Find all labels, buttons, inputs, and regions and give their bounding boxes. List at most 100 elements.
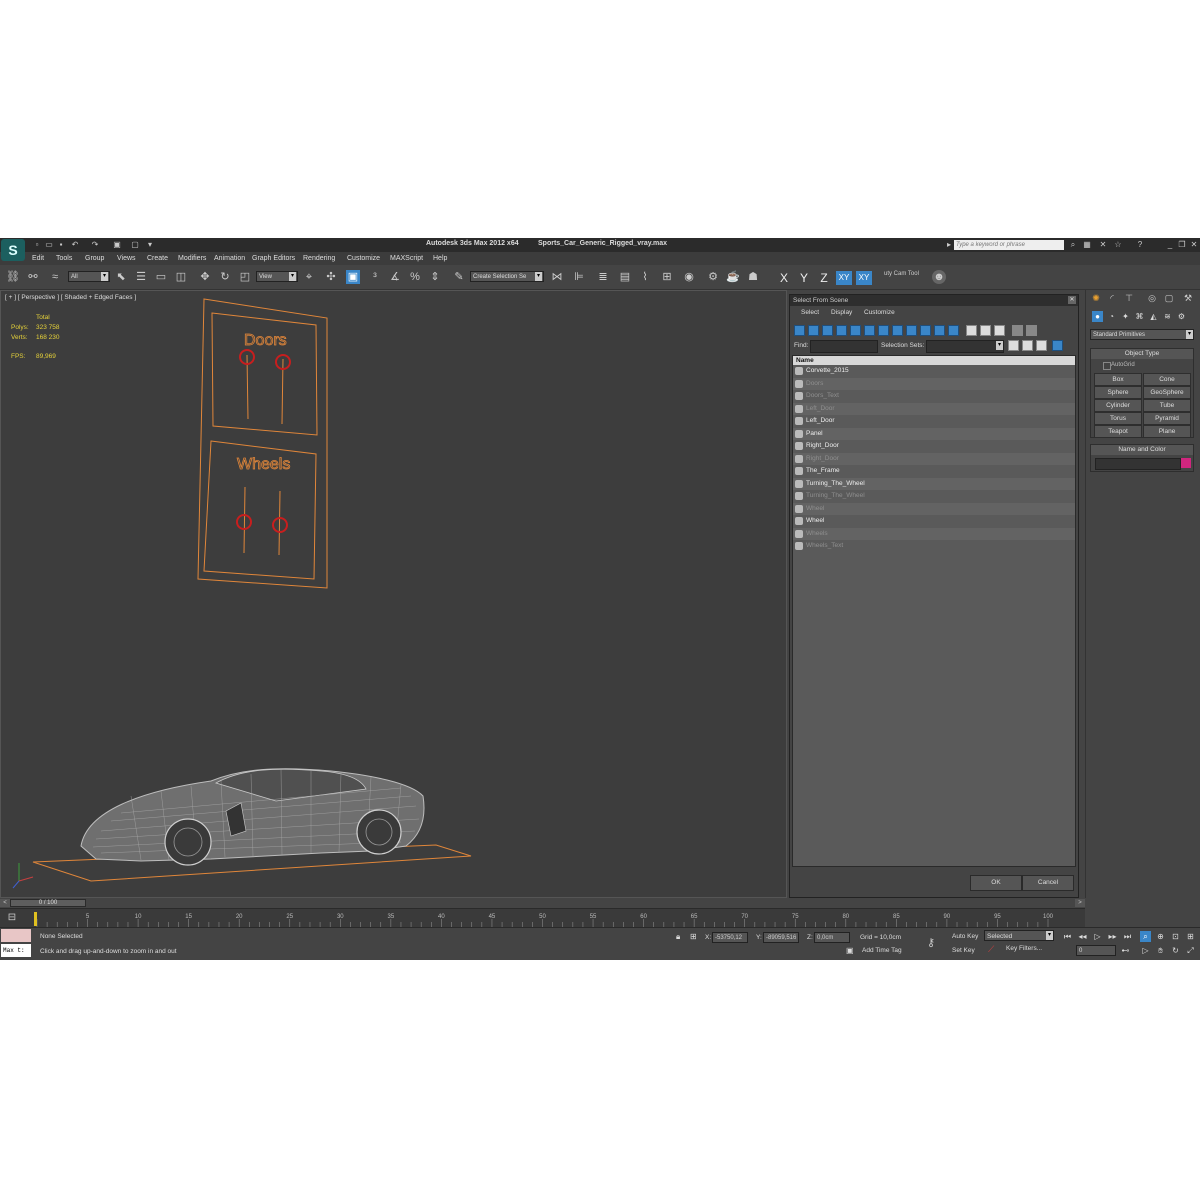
object-color-swatch[interactable]	[1181, 458, 1191, 468]
save-file-icon[interactable]: ▪	[56, 240, 66, 250]
list-item[interactable]: Wheel	[793, 502, 1075, 515]
dialog-menu-select[interactable]: Select	[801, 309, 819, 316]
undo-icon[interactable]: ↶	[70, 240, 80, 250]
y-coordinate-input[interactable]: -89059,516	[763, 932, 799, 943]
window-crossing-icon[interactable]: ◫	[174, 270, 188, 284]
list-item[interactable]: Turning_The_Wheel	[793, 490, 1075, 503]
select-dependents-icon[interactable]	[1026, 325, 1037, 336]
display-frozen-icon[interactable]	[934, 325, 945, 336]
reference-coordinate-dropdown[interactable]: View ▾	[256, 271, 298, 282]
maxscript-mini-listener[interactable]: Max t:	[1, 944, 31, 957]
list-item[interactable]: Right_Door	[793, 452, 1075, 465]
cam-tool-label[interactable]: uty Cam Tool	[884, 271, 919, 277]
select-invert-icon[interactable]	[994, 325, 1005, 336]
axis-x-button[interactable]: X	[776, 271, 792, 285]
menu-customize[interactable]: Customize	[347, 255, 380, 262]
display-xrefs-icon[interactable]	[892, 325, 903, 336]
menu-rendering[interactable]: Rendering	[303, 255, 335, 262]
autogrid-checkbox[interactable]: AutoGrid	[1103, 362, 1135, 370]
go-to-end-icon[interactable]: ⏭	[1122, 931, 1133, 942]
mirror-icon[interactable]: ⋈	[550, 270, 564, 284]
helpers-icon[interactable]: ◭	[1148, 311, 1159, 322]
restore-icon[interactable]: ❐	[1177, 240, 1187, 250]
curve-editor-icon[interactable]: ⌇	[638, 270, 652, 284]
set-key-button[interactable]: Set Key	[952, 945, 982, 956]
geosphere-button[interactable]: GeoSphere	[1143, 386, 1191, 399]
zoom-icon[interactable]: ⌕	[1140, 931, 1151, 942]
menu-create[interactable]: Create	[147, 255, 168, 262]
key-icon[interactable]: ⚷	[927, 936, 935, 949]
edit-named-selection-icon[interactable]: ✎	[452, 270, 466, 284]
select-and-rotate-icon[interactable]: ↻	[218, 270, 232, 284]
open-file-icon[interactable]: ▭	[44, 240, 54, 250]
time-slider-thumb[interactable]: 0 / 100	[10, 899, 86, 907]
create-set-icon[interactable]	[1008, 340, 1019, 351]
display-spacewarps-icon[interactable]	[864, 325, 875, 336]
cancel-button[interactable]: Cancel	[1022, 875, 1074, 891]
object-type-title[interactable]: Object Type	[1091, 349, 1193, 359]
lights-icon[interactable]: ✦	[1120, 311, 1131, 322]
list-item[interactable]: Wheels	[793, 527, 1075, 540]
align-icon[interactable]: ⊫	[572, 270, 586, 284]
display-cameras-icon[interactable]	[836, 325, 847, 336]
axis-y-button[interactable]: Y	[796, 271, 812, 285]
subscription-icon[interactable]: ▦	[1082, 240, 1092, 250]
ok-button[interactable]: OK	[970, 875, 1022, 891]
pivot-center-icon[interactable]: ⌖	[302, 270, 316, 284]
rectangular-selection-icon[interactable]: ▭	[154, 270, 168, 284]
unlink-icon[interactable]: ⚯	[26, 270, 40, 284]
display-bones-icon[interactable]	[906, 325, 917, 336]
selection-filter-dropdown[interactable]: All ▾	[68, 271, 110, 282]
key-mode-toggle-icon[interactable]: ⊷	[1120, 945, 1131, 956]
dialog-menu-customize[interactable]: Customize	[864, 309, 895, 316]
set-options-icon[interactable]	[1052, 340, 1063, 351]
corvette-wireframe[interactable]	[80, 768, 425, 866]
render-production-icon[interactable]: ☗	[746, 270, 760, 284]
menu-tools[interactable]: Tools	[56, 255, 72, 262]
object-name-input[interactable]	[1095, 458, 1181, 470]
utilities-tab-icon[interactable]: ⚒	[1182, 292, 1194, 304]
time-slider[interactable]: < 0 / 100 >	[0, 898, 1085, 908]
key-filters-button[interactable]: Key Filters...	[1006, 945, 1042, 952]
key-mode-dropdown[interactable]: Selected ▾	[984, 930, 1054, 941]
select-and-manipulate-icon[interactable]: ✣	[324, 270, 338, 284]
torus-button[interactable]: Torus	[1094, 412, 1142, 425]
space-warps-icon[interactable]: ≋	[1162, 311, 1173, 322]
angle-snap-icon[interactable]: ∡	[388, 270, 402, 284]
track-bar[interactable]: ⊟ 5 10 15 20 25 30 35 40 45 50 55 60 65 70 75 80 85 90 95 1…	[0, 908, 1085, 928]
list-item[interactable]: Turning_The_Wheel	[793, 477, 1075, 490]
add-time-tag-button[interactable]: Add Time Tag	[862, 947, 902, 954]
percent-snap-icon[interactable]: %	[408, 270, 422, 284]
go-to-start-icon[interactable]: ⏮	[1062, 931, 1073, 942]
mini-curve-editor-icon[interactable]: ⊟	[5, 912, 19, 924]
list-item[interactable]: Corvette_2015	[793, 365, 1075, 378]
frame-ruler[interactable]: 5 10 15 20 25 30 35 40 45 50 55 60 65 70 75 80 85 90 95 100	[35, 909, 1085, 928]
auto-key-button[interactable]: Auto Key	[952, 931, 982, 942]
select-and-scale-icon[interactable]: ◰	[238, 270, 252, 284]
dialog-menu-display[interactable]: Display	[831, 309, 852, 316]
dialog-close-icon[interactable]: ✕	[1068, 296, 1076, 304]
previous-frame-icon[interactable]: ◂◂	[1077, 931, 1088, 942]
selection-sets-dropdown[interactable]: ▾	[926, 340, 1004, 353]
axis-xy-cycle-button[interactable]: XY	[856, 271, 872, 285]
close-icon[interactable]: ✕	[1189, 240, 1199, 250]
display-lights-icon[interactable]	[822, 325, 833, 336]
maxscript-listener-input[interactable]	[1, 929, 31, 942]
hierarchy-tab-icon[interactable]: ⊤	[1123, 292, 1135, 304]
cameras-icon[interactable]: ⌘	[1134, 311, 1145, 322]
x-coordinate-input[interactable]: -53750,12	[712, 932, 748, 943]
maximize-viewport-icon[interactable]: ⤢	[1185, 945, 1196, 956]
menu-maxscript[interactable]: MAXScript	[390, 255, 423, 262]
select-all-icon[interactable]	[966, 325, 977, 336]
quick-access-dropdown-icon[interactable]: ▾	[145, 240, 155, 250]
menu-help[interactable]: Help	[433, 255, 447, 262]
list-item[interactable]: Wheel	[793, 515, 1075, 528]
next-frame-icon[interactable]: ▸▸	[1107, 931, 1118, 942]
primitive-category-dropdown[interactable]: Standard Primitives ▾	[1090, 329, 1194, 340]
menu-graph-editors[interactable]: Graph Editors	[252, 255, 295, 262]
list-item[interactable]: Panel	[793, 427, 1075, 440]
render-setup-icon[interactable]: ⚙	[706, 270, 720, 284]
display-hidden-icon[interactable]	[948, 325, 959, 336]
skull-icon[interactable]: ☻	[932, 270, 946, 284]
geometry-icon[interactable]: ●	[1092, 311, 1103, 322]
